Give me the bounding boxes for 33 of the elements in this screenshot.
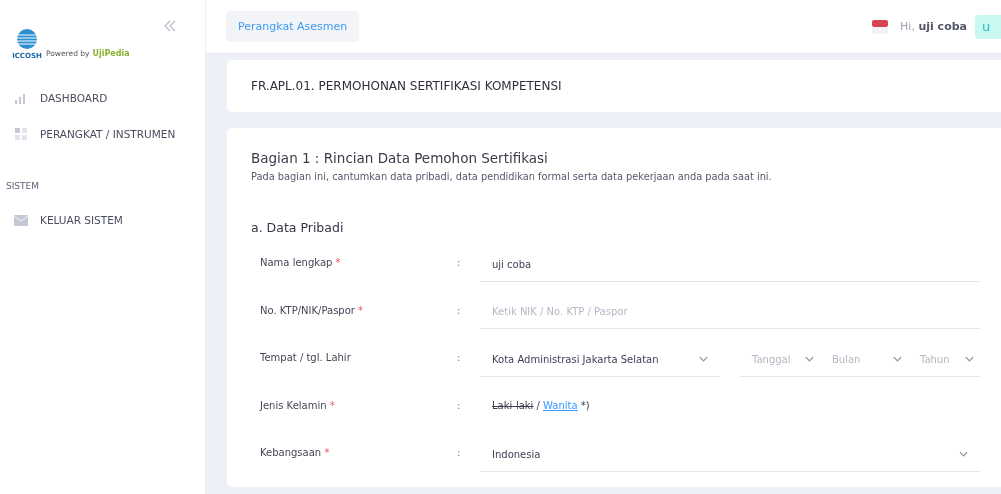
- collapse-icon[interactable]: [163, 19, 177, 33]
- chevron-down-icon[interactable]: [699, 356, 708, 363]
- section-title: Bagian 1 : Rincian Data Pemohon Sertifikasi: [251, 150, 548, 166]
- grid-icon: [14, 128, 28, 140]
- bar-chart-icon: [14, 92, 28, 104]
- chevron-down-icon[interactable]: [893, 356, 902, 363]
- field-label: Nama lengkap *: [259, 257, 342, 269]
- chevron-down-icon[interactable]: [805, 356, 814, 363]
- colon-separator: :: [457, 399, 462, 411]
- field-label: Kebangsaan *: [259, 447, 331, 459]
- colon-separator: :: [457, 447, 462, 459]
- flag-icon[interactable]: [872, 19, 889, 34]
- envelope-icon: [14, 214, 28, 226]
- user-greeting: Hi, uji coba: [900, 20, 967, 33]
- partner-logo-text: UjiPedia: [92, 49, 130, 58]
- section-heading: SISTEM: [5, 180, 41, 193]
- sidebar-item[interactable]: PERANGKAT / INSTRUMEN: [0, 116, 205, 152]
- section-description: Pada bagian ini, cantumkan data pribadi, data pendidikan formal serta data pekerjaan anda pada saat ini.: [251, 171, 772, 182]
- chevron-down-icon[interactable]: [959, 451, 968, 458]
- page-title: FR.APL.01. PERMOHONAN SERTIFIKASI KOMPETENSI: [251, 79, 562, 93]
- colon-separator: :: [457, 257, 462, 269]
- subsection-title: a. Data Pribadi: [251, 220, 344, 235]
- field-label: Tempat / tgl. Lahir: [259, 352, 352, 364]
- field-label: No. KTP/NIK/Paspor *: [259, 304, 365, 316]
- colon-separator: :: [457, 304, 462, 316]
- sidebar-item[interactable]: DASHBOARD: [0, 80, 205, 116]
- gender-choice: Laki-laki / Wanita *): [491, 399, 590, 411]
- field-label: Jenis Kelamin *: [258, 399, 336, 411]
- chevron-down-icon[interactable]: [965, 356, 974, 363]
- select-field[interactable]: Indonesia: [480, 437, 980, 472]
- colon-separator: :: [457, 352, 462, 364]
- sidebar-item[interactable]: KELUAR SISTEM: [0, 202, 205, 238]
- select-field[interactable]: Kota Administrasi Jakarta Selatan: [480, 342, 720, 377]
